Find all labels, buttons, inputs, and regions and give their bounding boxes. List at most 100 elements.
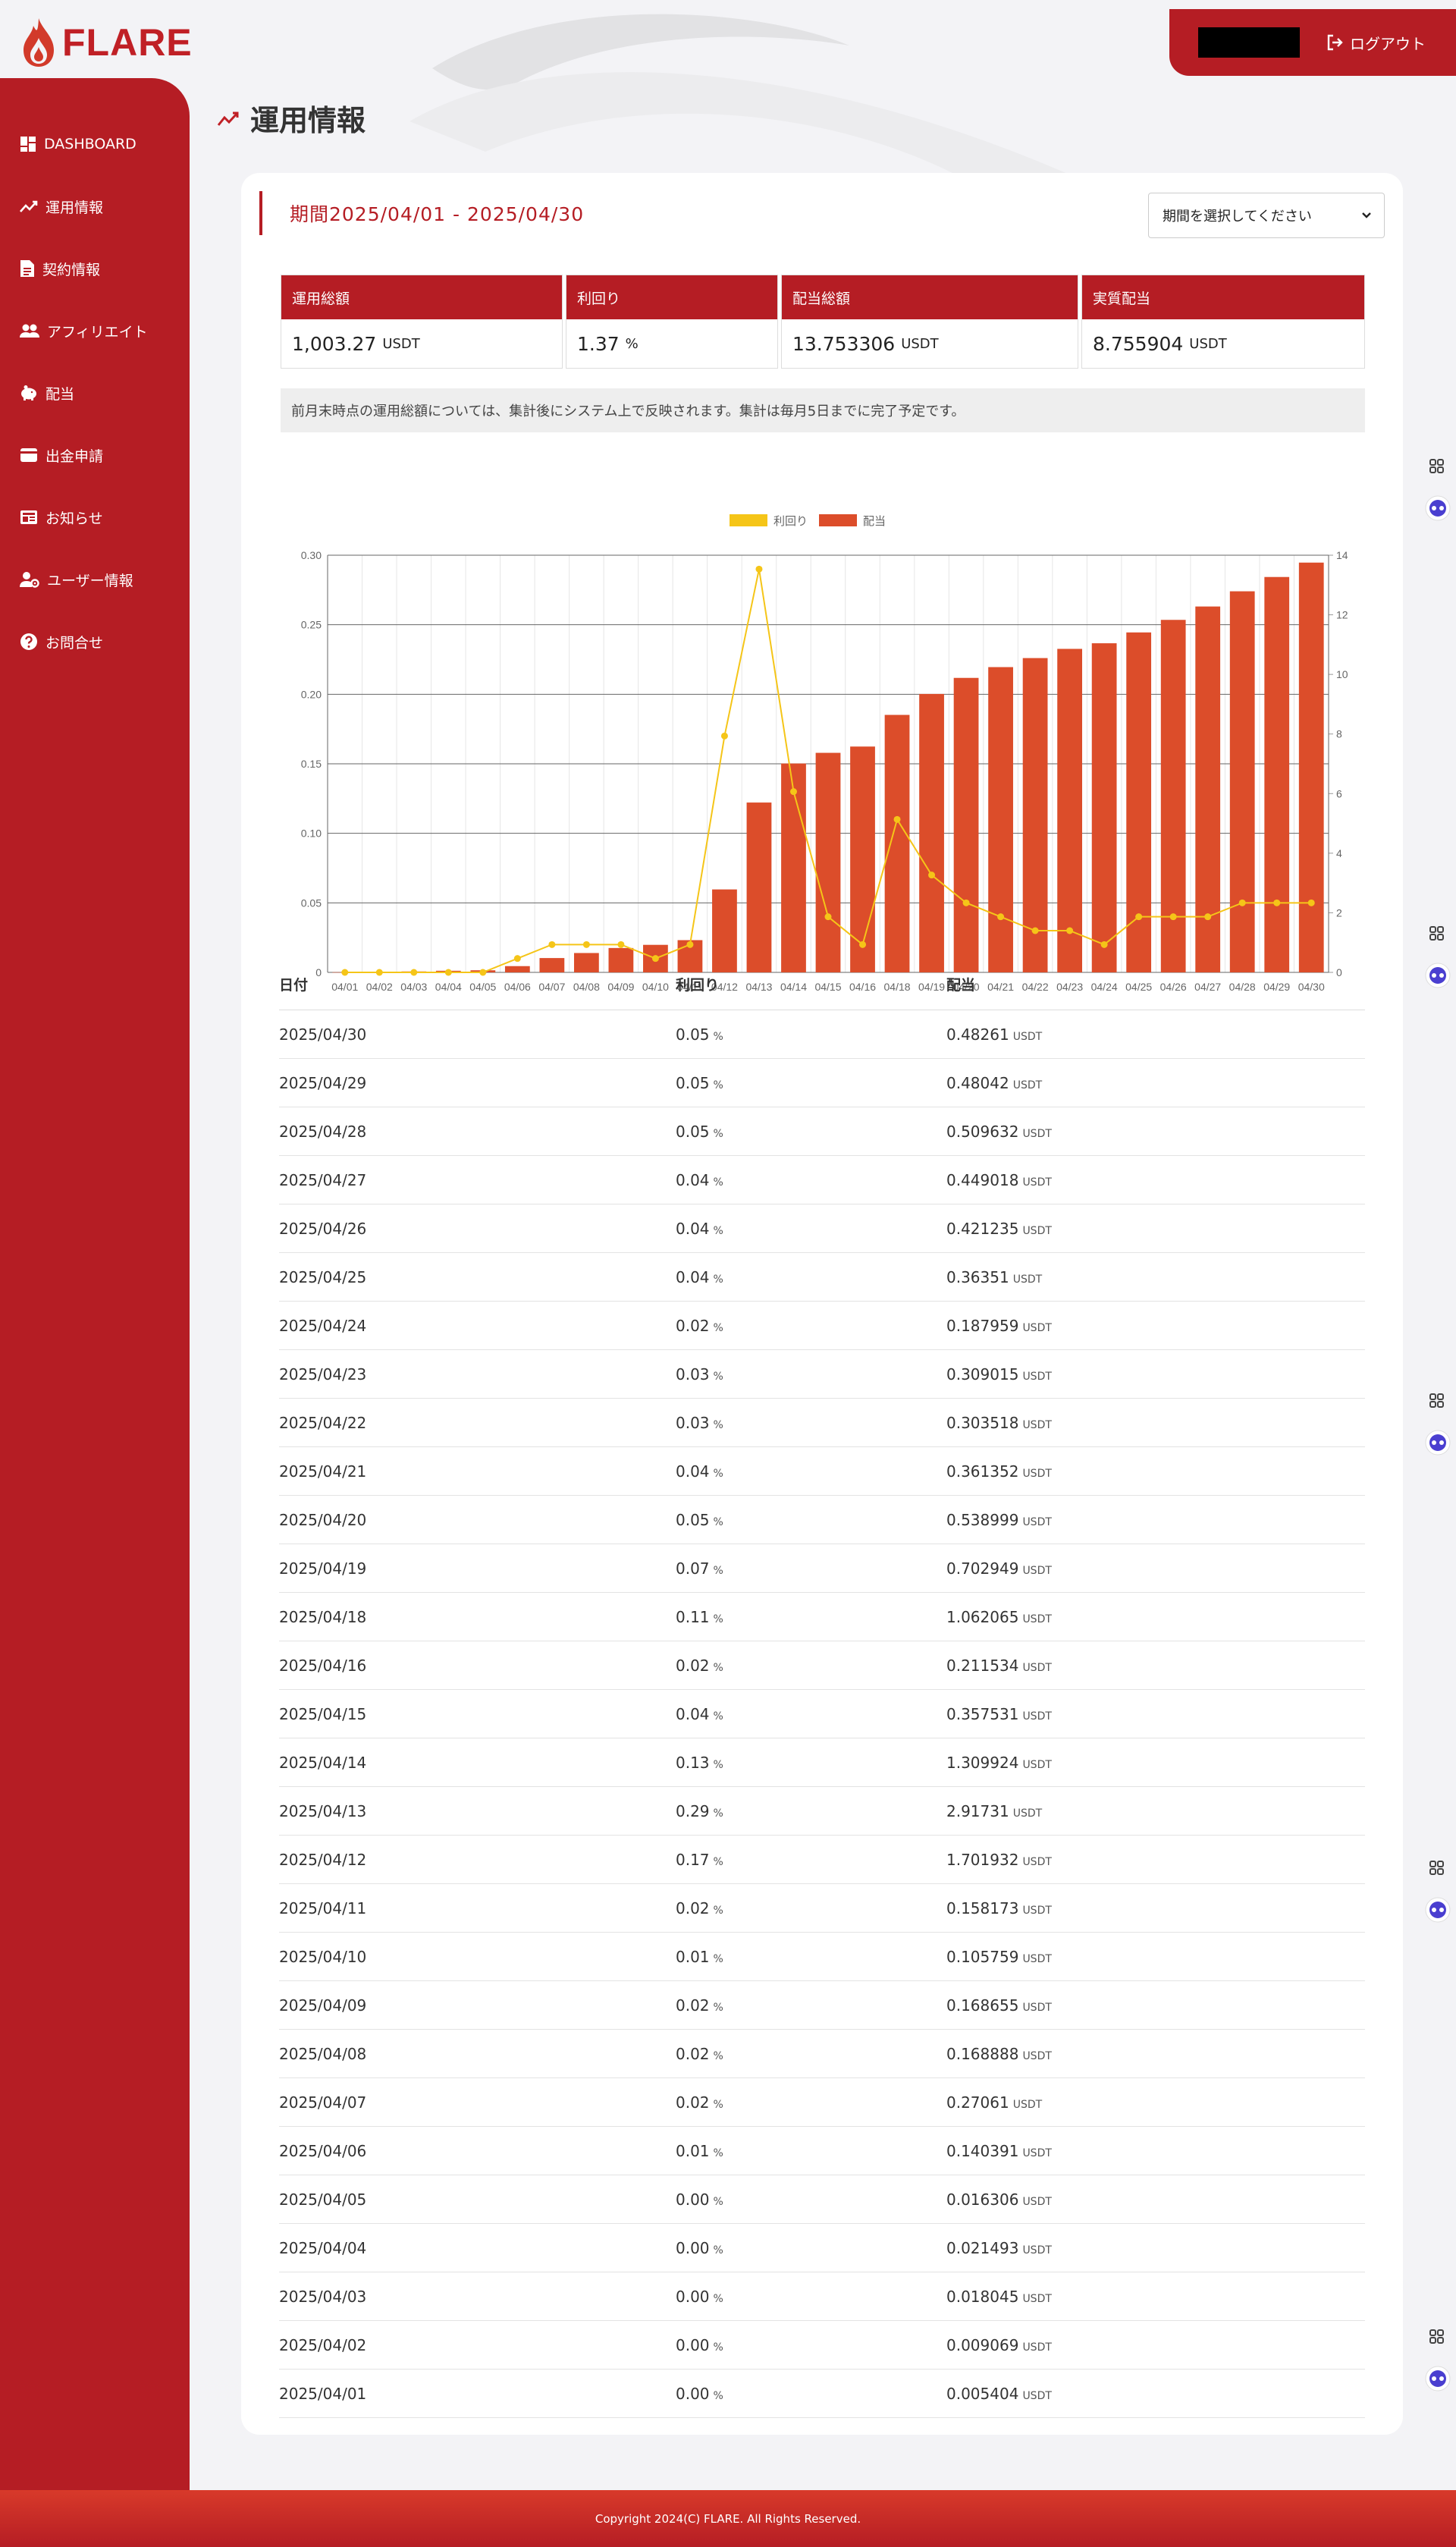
cell-dividend-value: 0.538999: [946, 1510, 1019, 1529]
cell-yield: 0.29%: [676, 1802, 946, 1820]
cell-dividend: 0.021493 USDT: [946, 2239, 1365, 2257]
header-yield: 利回り: [676, 977, 720, 994]
cell-dividend-value: 0.018045: [946, 2287, 1019, 2306]
table-row: 2025/04/03 0.00% 0.018045 USDT: [279, 2272, 1365, 2321]
cell-dividend-unit: USDT: [1022, 1661, 1052, 1674]
cell-yield-unit: %: [713, 2098, 723, 2111]
sidebar-item-dashboard[interactable]: DASHBOARD: [0, 113, 190, 175]
cell-dividend-value: 0.168655: [946, 1996, 1019, 2015]
cell-date: 2025/04/05: [279, 2190, 367, 2209]
header-date: 日付: [279, 977, 309, 994]
cell-date: 2025/04/14: [279, 1753, 367, 1772]
table-row: 2025/04/10 0.01% 0.105759 USDT: [279, 1933, 1365, 1981]
apps-icon[interactable]: [1417, 919, 1456, 995]
sidebar-item-news[interactable]: お知らせ: [0, 486, 190, 548]
logout-label: ログアウト: [1350, 34, 1426, 53]
cell-yield: 0.04%: [676, 1705, 946, 1723]
cell-dividend-value: 0.48261: [946, 1025, 1009, 1044]
chart-point: [928, 872, 936, 879]
cell-date: 2025/04/30: [279, 1025, 367, 1044]
chart-bar: [919, 693, 944, 972]
cell-dividend: 0.187959 USDT: [946, 1317, 1365, 1335]
floating-widget: [1417, 919, 1456, 995]
cell-dividend-value: 0.016306: [946, 2190, 1019, 2209]
cell-dividend-value: 1.062065: [946, 1607, 1019, 1626]
sidebar-item-contact[interactable]: お問合せ: [0, 611, 190, 673]
cell-dividend-value: 0.140391: [946, 2141, 1019, 2160]
cell-yield: 0.01%: [676, 2142, 946, 2160]
copyright-text: Copyright 2024(C) FLARE. All Rights Rese…: [595, 2511, 861, 2526]
table-row: 2025/04/19 0.07% 0.702949 USDT: [279, 1544, 1365, 1593]
cell-dividend-unit: USDT: [1022, 1321, 1052, 1334]
cell-date: 2025/04/13: [279, 1801, 367, 1820]
chart-point: [617, 941, 625, 948]
cell-yield: 0.05%: [676, 1511, 946, 1529]
apps-icon[interactable]: [1417, 1854, 1456, 1930]
cell-yield: 0.00%: [676, 2336, 946, 2354]
table-row: 2025/04/22 0.03% 0.303518 USDT: [279, 1399, 1365, 1447]
cell-yield-value: 0.04: [676, 1170, 710, 1189]
cell-date: 2025/04/01: [279, 2384, 367, 2403]
chart-point: [1169, 913, 1177, 921]
cell-date: 2025/04/04: [279, 2238, 367, 2257]
left-axis-tick-label: 0.05: [301, 897, 322, 909]
cell-yield-value: 0.04: [676, 1462, 710, 1481]
table-row: 2025/04/29 0.05% 0.48042 USDT: [279, 1059, 1365, 1107]
flare-logo[interactable]: FLARE: [21, 15, 193, 70]
cell-dividend: 0.48042 USDT: [946, 1074, 1365, 1092]
logout-button[interactable]: ログアウト: [1326, 29, 1426, 56]
sidebar-item-dividend[interactable]: 配当: [0, 362, 190, 424]
cell-yield-value: 0.02: [676, 2044, 710, 2063]
cell-dividend: 0.702949 USDT: [946, 1559, 1365, 1578]
cell-dividend-unit: USDT: [1022, 2001, 1052, 2014]
cell-yield-value: 0.00: [676, 2335, 710, 2354]
cell-yield-unit: %: [713, 1661, 723, 1674]
sidebar-item-operation-info[interactable]: 運用情報: [0, 175, 190, 237]
sidebar-item-contract-info[interactable]: 契約情報: [0, 237, 190, 300]
cell-yield: 0.00%: [676, 2239, 946, 2257]
chevron-down-icon: [1362, 212, 1371, 218]
cell-dividend-unit: USDT: [1022, 1758, 1052, 1771]
right-axis-tick-label: 10: [1336, 668, 1348, 680]
cell-yield: 0.03%: [676, 1414, 946, 1432]
user-gear-icon: [20, 572, 39, 588]
users-icon: [20, 324, 39, 338]
sidebar-item-affiliate[interactable]: アフィリエイト: [0, 300, 190, 362]
wallet-icon: [20, 448, 37, 462]
cell-dividend: 0.309015 USDT: [946, 1365, 1365, 1383]
cell-dividend-unit: USDT: [1022, 2244, 1052, 2256]
cell-dividend-unit: USDT: [1022, 1855, 1052, 1868]
cell-yield-unit: %: [713, 1418, 723, 1431]
cell-date: 2025/04/18: [279, 1607, 367, 1626]
chart-point: [1135, 913, 1143, 921]
chart-bar: [1126, 632, 1152, 972]
cell-dividend: 0.509632 USDT: [946, 1123, 1365, 1141]
cell-date: 2025/04/10: [279, 1947, 367, 1966]
cell-dividend-value: 0.211534: [946, 1656, 1019, 1675]
cell-dividend-unit: USDT: [1012, 1030, 1043, 1043]
sidebar-item-user-info[interactable]: ユーザー情報: [0, 548, 190, 611]
chart-point: [1238, 899, 1246, 906]
stat-unit: USDT: [382, 335, 420, 352]
cell-yield-value: 0.04: [676, 1219, 710, 1238]
cell-dividend-value: 0.009069: [946, 2335, 1019, 2354]
period-select[interactable]: 期間を選択してください: [1148, 193, 1385, 238]
cell-date: 2025/04/07: [279, 2093, 367, 2112]
apps-icon[interactable]: [1417, 2322, 1456, 2398]
apps-icon[interactable]: [1417, 1387, 1456, 1462]
cell-dividend-value: 0.309015: [946, 1365, 1019, 1383]
cell-yield-unit: %: [713, 2292, 723, 2305]
cell-dividend: 1.701932 USDT: [946, 1851, 1365, 1869]
cell-yield: 0.05%: [676, 1025, 946, 1044]
left-axis-tick-label: 0.10: [301, 828, 322, 840]
cell-yield-unit: %: [713, 1127, 723, 1140]
cell-dividend-value: 1.701932: [946, 1850, 1019, 1869]
sidebar-item-withdrawal[interactable]: 出金申請: [0, 424, 190, 486]
apps-icon[interactable]: [1417, 452, 1456, 528]
logo-text: FLARE: [62, 21, 193, 64]
cell-dividend: 0.361352 USDT: [946, 1462, 1365, 1481]
chart-point: [1204, 913, 1212, 921]
floating-widget: [1417, 2322, 1456, 2398]
page-heading: 運用情報: [217, 97, 366, 139]
table-row: 2025/04/12 0.17% 1.701932 USDT: [279, 1836, 1365, 1884]
